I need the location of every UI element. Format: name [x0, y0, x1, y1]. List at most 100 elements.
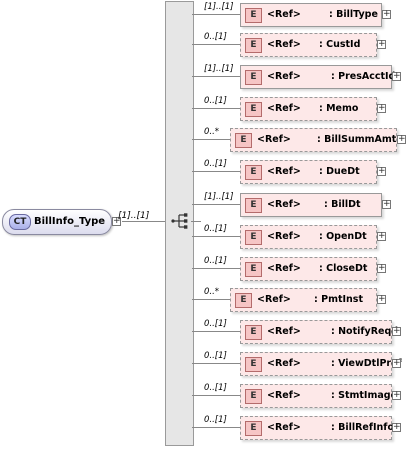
- expand-toggle[interactable]: +: [377, 167, 386, 176]
- element-ref-label: <Ref>: [267, 9, 301, 20]
- element-badge: E: [245, 357, 262, 372]
- element-cardinality: 0..[1]: [204, 159, 227, 169]
- element-ref-box[interactable]: E <Ref> : PresAcctId: [240, 65, 396, 89]
- element-badge: E: [245, 421, 262, 436]
- expand-toggle[interactable]: +: [392, 327, 401, 336]
- element-ref-box[interactable]: E <Ref>: BillType: [240, 3, 382, 27]
- element-badge: E: [235, 133, 252, 148]
- element-ref-label: <Ref>: [267, 39, 301, 50]
- element-cardinality: 0..*: [204, 287, 220, 297]
- root-complex-type-node[interactable]: CT BillInfo_Type: [2, 209, 112, 235]
- element-ref-box[interactable]: E <Ref> : BillDt: [240, 193, 382, 217]
- element-badge: E: [245, 198, 262, 213]
- element-ref-name: : DueDt: [319, 166, 360, 177]
- element-cardinality: 0..[1]: [204, 351, 227, 361]
- expand-toggle[interactable]: +: [392, 391, 401, 400]
- row-connector-line: [192, 14, 240, 15]
- expand-toggle[interactable]: +: [377, 104, 386, 113]
- element-badge: E: [245, 262, 262, 277]
- element-badge: E: [245, 8, 262, 23]
- element-badge: E: [245, 389, 262, 404]
- element-ref-box[interactable]: E <Ref> : BillRefInfo: [240, 416, 394, 440]
- element-cardinality: 0..[1]: [204, 256, 227, 266]
- element-ref-name: : OpenDt: [319, 231, 367, 242]
- expand-toggle[interactable]: +: [392, 423, 401, 432]
- row-connector-line: [192, 76, 240, 77]
- element-ref-name: : NotifyReqd: [331, 326, 399, 337]
- element-ref-name: : CustId: [319, 39, 361, 50]
- row-connector-line: [192, 299, 230, 300]
- element-badge: E: [235, 293, 252, 308]
- element-ref-name: : BillRefInfo: [331, 422, 394, 433]
- element-ref-name: : Memo: [319, 103, 359, 114]
- element-ref-label: <Ref>: [267, 358, 301, 369]
- row-connector-line: [192, 395, 240, 396]
- row-connector-line: [192, 204, 240, 205]
- element-ref-label: <Ref>: [267, 422, 301, 433]
- row-connector-line: [192, 108, 240, 109]
- row-connector-line: [192, 236, 240, 237]
- element-ref-box[interactable]: E <Ref> : StmtImage: [240, 384, 397, 408]
- element-ref-name: : PmtInst: [314, 294, 364, 305]
- element-cardinality: 0..[1]: [204, 32, 227, 42]
- element-cardinality: 0..*: [204, 127, 220, 137]
- element-ref-label: <Ref>: [257, 134, 291, 145]
- element-ref-name: : BillDt: [324, 199, 361, 210]
- row-connector-line: [192, 139, 230, 140]
- expand-toggle[interactable]: +: [382, 10, 391, 19]
- element-ref-label: <Ref>: [267, 231, 301, 242]
- row-connector-line: [192, 268, 240, 269]
- element-cardinality: 0..[1]: [204, 383, 227, 393]
- element-badge: E: [245, 165, 262, 180]
- row-connector-line: [192, 171, 240, 172]
- element-ref-box[interactable]: E <Ref> : BillSummAmt: [230, 128, 397, 152]
- complex-type-badge: CT: [9, 214, 31, 230]
- root-connector-line: [122, 221, 165, 222]
- expand-toggle[interactable]: +: [392, 72, 401, 81]
- sequence-connector-line: [191, 221, 201, 222]
- expand-toggle[interactable]: +: [377, 232, 386, 241]
- element-ref-name: : StmtImage: [331, 390, 398, 401]
- expand-toggle[interactable]: +: [377, 40, 386, 49]
- expand-toggle[interactable]: +: [377, 264, 386, 273]
- element-badge: E: [245, 70, 262, 85]
- element-ref-box[interactable]: E <Ref>: PmtInst: [230, 288, 377, 312]
- element-ref-label: <Ref>: [267, 326, 301, 337]
- element-ref-label: <Ref>: [267, 199, 301, 210]
- element-ref-box[interactable]: E <Ref> : NotifyReqd: [240, 320, 398, 344]
- expand-toggle[interactable]: +: [392, 359, 401, 368]
- row-connector-line: [192, 363, 240, 364]
- element-ref-label: <Ref>: [267, 166, 301, 177]
- element-cardinality: [1]..[1]: [204, 2, 234, 12]
- element-cardinality: [1]..[1]: [204, 192, 234, 202]
- element-cardinality: [1]..[1]: [204, 64, 234, 74]
- element-badge: E: [245, 325, 262, 340]
- element-ref-label: <Ref>: [267, 263, 301, 274]
- element-ref-name: : CloseDt: [319, 263, 368, 274]
- element-ref-box[interactable]: E <Ref> : CustId: [240, 33, 377, 57]
- root-type-name: BillInfo_Type: [34, 216, 106, 227]
- expand-toggle[interactable]: +: [377, 295, 386, 304]
- element-ref-name: : BillSummAmt: [317, 134, 397, 145]
- expand-toggle[interactable]: +: [382, 200, 391, 209]
- sequence-icon: [171, 213, 188, 229]
- element-cardinality: 0..[1]: [204, 415, 227, 425]
- element-badge: E: [245, 230, 262, 245]
- element-ref-label: <Ref>: [267, 390, 301, 401]
- element-ref-box[interactable]: E <Ref>: ViewDtlPref: [240, 352, 402, 376]
- element-cardinality: 0..[1]: [204, 224, 227, 234]
- element-ref-label: <Ref>: [267, 71, 301, 82]
- element-badge: E: [245, 38, 262, 53]
- row-connector-line: [192, 44, 240, 45]
- element-ref-box[interactable]: E <Ref> : DueDt: [240, 160, 377, 184]
- element-ref-box[interactable]: E <Ref> : Memo: [240, 97, 377, 121]
- element-badge: E: [245, 102, 262, 117]
- expand-toggle[interactable]: +: [397, 135, 406, 144]
- element-ref-box[interactable]: E <Ref> : CloseDt: [240, 257, 377, 281]
- element-cardinality: 0..[1]: [204, 319, 227, 329]
- element-ref-box[interactable]: E <Ref> : OpenDt: [240, 225, 377, 249]
- row-connector-line: [192, 427, 240, 428]
- element-ref-label: <Ref>: [267, 103, 301, 114]
- element-ref-name: : PresAcctId: [331, 71, 396, 82]
- root-cardinality: [1]..[1]: [118, 211, 150, 221]
